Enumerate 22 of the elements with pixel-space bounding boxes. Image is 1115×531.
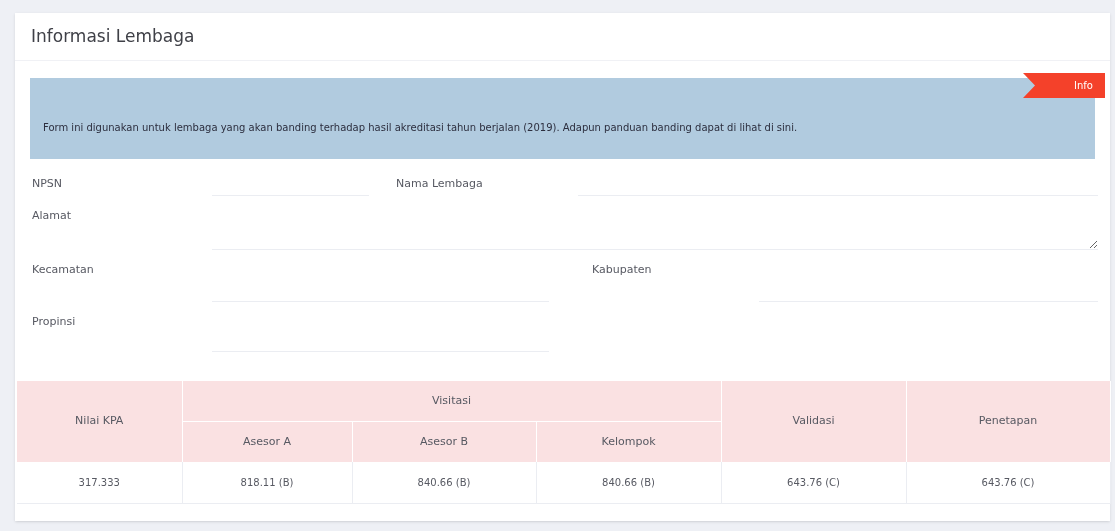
alert-text: Form ini digunakan untuk lembaga yang akan banding terhadap hasil akreditasi tahun berjalan (2019). Adapun panduan banding dapat di lihat di sini. <box>43 121 798 135</box>
field-label: Kabupaten <box>591 262 653 278</box>
column-header: Asesor B <box>352 421 536 462</box>
field-label: Nama Lembaga <box>396 176 484 192</box>
column-header: Asesor A <box>182 421 352 462</box>
table-cell: 840.66 (B) <box>352 462 536 503</box>
field-label: Propinsi <box>32 314 77 330</box>
table-cell: 317.333 <box>17 462 182 503</box>
field-label: Kecamatan <box>32 262 95 278</box>
field-label: NPSN <box>32 176 64 192</box>
panel-title: Informasi Lembaga <box>31 24 195 48</box>
column-header: Penetapan <box>906 381 1111 462</box>
column-header: Visitasi <box>182 381 722 421</box>
info-ribbon: Info <box>1023 73 1105 98</box>
table-cell: 840.66 (B) <box>536 462 722 503</box>
column-header: Nilai KPA <box>17 381 182 462</box>
field-label: Alamat <box>32 208 73 224</box>
column-header: Kelompok <box>536 421 722 462</box>
column-header: Validasi <box>721 381 907 462</box>
table-cell: 643.76 (C) <box>721 462 907 503</box>
table-cell: 643.76 (C) <box>906 462 1111 503</box>
table-cell: 818.11 (B) <box>182 462 352 503</box>
